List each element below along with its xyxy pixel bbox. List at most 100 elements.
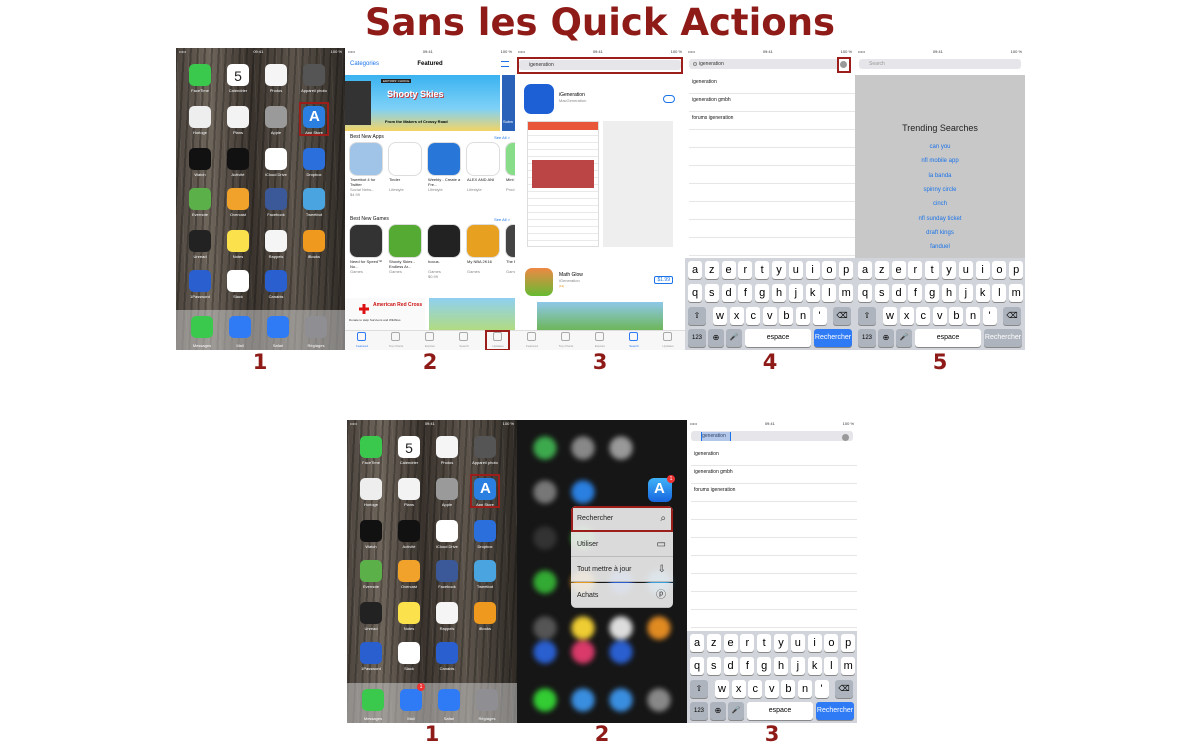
app-icon-plans[interactable]	[398, 478, 420, 500]
key-s[interactable]: s	[874, 284, 889, 302]
tab-updates[interactable]: Updates	[653, 344, 683, 348]
app-icon-evernote[interactable]	[360, 560, 382, 582]
globe-icon[interactable]: ⊕	[708, 329, 724, 347]
key-z[interactable]: z	[704, 261, 719, 279]
featured-app-icon[interactable]	[389, 225, 421, 257]
trending-item[interactable]: cinch	[855, 201, 1025, 207]
app-icon-icloud-drive[interactable]	[436, 520, 458, 542]
trending-item[interactable]: can you	[855, 144, 1025, 150]
ad-game[interactable]	[429, 298, 515, 332]
suggestion-item[interactable]: igeneration gmbh	[692, 97, 731, 103]
app-icon-overcast[interactable]	[398, 560, 420, 582]
key-g[interactable]: g	[755, 284, 770, 302]
key-h[interactable]: h	[774, 657, 788, 675]
numbers-key[interactable]: 123	[688, 329, 706, 347]
tab-search[interactable]: Search	[619, 344, 649, 348]
key-apostrophe[interactable]: '	[982, 307, 997, 325]
key-c[interactable]: c	[746, 307, 761, 325]
key-r[interactable]: r	[738, 261, 753, 279]
key-s[interactable]: s	[704, 284, 719, 302]
key-y[interactable]: y	[942, 261, 956, 279]
key-o[interactable]: o	[824, 634, 839, 652]
cloud-download-icon[interactable]	[663, 95, 675, 103]
space-key[interactable]: espace	[745, 329, 811, 347]
tab-featured[interactable]: Featured	[347, 344, 377, 348]
key-d[interactable]: d	[723, 657, 738, 675]
key-i[interactable]: i	[805, 261, 820, 279]
key-t[interactable]: t	[755, 261, 770, 279]
key-x[interactable]: x	[731, 680, 746, 698]
key-j[interactable]: j	[790, 657, 805, 675]
see-all-games-link[interactable]: See All >	[494, 217, 510, 222]
app-icon-1password[interactable]	[360, 642, 382, 664]
delete-key[interactable]: ⌫	[833, 307, 851, 325]
numbers-key[interactable]: 123	[690, 702, 708, 720]
mic-icon[interactable]: 🎤	[726, 329, 742, 347]
shift-key[interactable]: ⇧	[858, 307, 876, 325]
mic-icon[interactable]: 🎤	[896, 329, 912, 347]
key-e[interactable]: e	[891, 261, 906, 279]
app-icon-slack[interactable]	[398, 642, 420, 664]
app-icon-activit-[interactable]	[398, 520, 420, 542]
delete-key[interactable]: ⌫	[835, 680, 853, 698]
key-a[interactable]: a	[858, 261, 872, 279]
app-icon-ibooks[interactable]	[303, 230, 325, 252]
app-icon-apple[interactable]	[436, 478, 458, 500]
result-math-glow[interactable]: Math Glow iGeneration (11) $1.99	[515, 266, 685, 296]
app-icon-calendrier[interactable]: 5	[398, 436, 420, 458]
key-o[interactable]: o	[992, 261, 1007, 279]
key-v[interactable]: v	[764, 680, 779, 698]
list-icon[interactable]	[501, 61, 509, 67]
tab-explore[interactable]: Explore	[585, 344, 615, 348]
app-icon-horloge[interactable]	[189, 106, 211, 128]
key-u[interactable]: u	[788, 261, 803, 279]
key-j[interactable]: j	[958, 284, 973, 302]
app-icon-1password[interactable]	[189, 270, 211, 292]
trending-item[interactable]: draft kings	[855, 230, 1025, 236]
key-apostrophe[interactable]: '	[814, 680, 829, 698]
key-k[interactable]: k	[807, 657, 822, 675]
key-d[interactable]: d	[891, 284, 906, 302]
key-c[interactable]: c	[748, 680, 763, 698]
featured-banner[interactable]: EDITORS' CHOICE Shooty Skies From the Ma…	[345, 75, 500, 131]
key-b[interactable]: b	[781, 680, 796, 698]
app-icon-facetime[interactable]	[360, 436, 382, 458]
dock-icon-r-glages[interactable]	[305, 316, 327, 338]
key-q[interactable]: q	[690, 657, 704, 675]
app-icon-facebook[interactable]	[436, 560, 458, 582]
key-q[interactable]: q	[858, 284, 872, 302]
suggestion-item[interactable]: forums igeneration	[694, 487, 735, 493]
app-icon-unread[interactable]	[189, 230, 211, 252]
key-b[interactable]: b	[949, 307, 964, 325]
app-icon-icloud-drive[interactable]	[265, 148, 287, 170]
key-a[interactable]: a	[688, 261, 702, 279]
key-m[interactable]: m	[841, 657, 856, 675]
key-u[interactable]: u	[958, 261, 973, 279]
key-m[interactable]: m	[839, 284, 854, 302]
key-r[interactable]: r	[908, 261, 923, 279]
key-v[interactable]: v	[932, 307, 947, 325]
app-icon-appareil-photo[interactable]	[303, 64, 325, 86]
key-apostrophe[interactable]: '	[812, 307, 827, 325]
app-icon-calendrier[interactable]: 5	[227, 64, 249, 86]
key-n[interactable]: n	[798, 680, 812, 698]
app-icon-notes[interactable]	[227, 230, 249, 252]
key-m[interactable]: m	[1009, 284, 1024, 302]
shift-key[interactable]: ⇧	[688, 307, 706, 325]
app-icon-facebook[interactable]	[265, 188, 287, 210]
app-icon-overcast[interactable]	[227, 188, 249, 210]
search-field[interactable]: Search	[859, 59, 1021, 69]
app-icon-plans[interactable]	[227, 106, 249, 128]
trending-item[interactable]: fanduel	[855, 244, 1025, 250]
key-j[interactable]: j	[788, 284, 803, 302]
tab-updates[interactable]: Updates	[483, 344, 513, 348]
dock-icon-messages[interactable]	[362, 689, 384, 711]
key-h[interactable]: h	[942, 284, 956, 302]
app-icon-slack[interactable]	[227, 270, 249, 292]
app-icon-activit-[interactable]	[227, 148, 249, 170]
featured-app-icon[interactable]	[467, 225, 499, 257]
key-l[interactable]: l	[824, 657, 839, 675]
dock-icon-safari[interactable]	[267, 316, 289, 338]
key-c[interactable]: c	[916, 307, 931, 325]
key-w[interactable]: w	[713, 307, 727, 325]
